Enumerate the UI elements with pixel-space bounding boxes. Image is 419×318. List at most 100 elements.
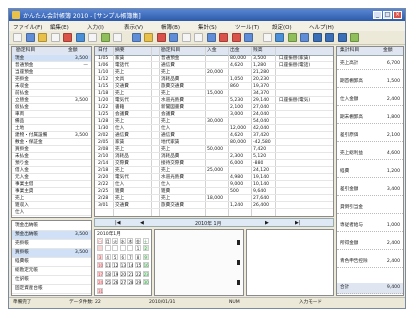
calendar-day[interactable]: 17: [97, 270, 103, 277]
column-header[interactable]: 勘定科目: [161, 47, 180, 55]
account-row[interactable]: 仕入: [12, 209, 91, 216]
next-icon[interactable]: ▶: [265, 220, 269, 226]
calendar-day[interactable]: 6: [119, 253, 126, 260]
calendar-day[interactable]: [112, 245, 119, 251]
summary-row[interactable]: 期末棚卸高 1,800: [337, 113, 403, 124]
account-row[interactable]: 土地: [12, 125, 91, 132]
close-icon[interactable]: ×: [393, 11, 402, 19]
menu-item[interactable]: 帳簿(B): [161, 23, 180, 31]
journal-row[interactable]: 2/22 仕入 仕入 9,000 10,140: [95, 181, 333, 188]
journal-row[interactable]: 2/14 交際費 接待交際費 6,000 -880: [95, 160, 333, 167]
journal-row[interactable]: 2/20 電気代 水道光熱費 4,980 19,140: [95, 174, 333, 181]
calendar-day[interactable]: 31: [97, 287, 103, 294]
calendar-day[interactable]: 20: [119, 270, 126, 277]
account-row[interactable]: 雑収入: [12, 202, 91, 209]
calendar-day[interactable]: 3: [97, 253, 103, 260]
summary-row[interactable]: 差引原価 2,100: [337, 131, 403, 142]
summary-row[interactable]: 仕入金額 2,400: [337, 95, 403, 106]
menu-item[interactable]: 集計(S): [198, 23, 217, 31]
calendar-day[interactable]: 12: [112, 262, 118, 268]
calendar-day[interactable]: 18: [104, 270, 111, 277]
summary-row[interactable]: 売上高計 6,700: [337, 59, 403, 70]
summary-row[interactable]: 貸倒引当金: [337, 203, 403, 214]
summary-row[interactable]: 経費 1,200: [337, 167, 403, 178]
chart-icon[interactable]: [156, 33, 166, 42]
calendar-day[interactable]: 29: [135, 279, 141, 285]
summary-row[interactable]: 青色申告控除 2,400: [337, 257, 403, 268]
calendar-day[interactable]: 22: [135, 270, 141, 277]
calendar-day[interactable]: 26: [112, 279, 118, 285]
column-header[interactable]: 入金: [207, 47, 217, 55]
menu-item[interactable]: 表示(V): [124, 23, 143, 31]
column-header[interactable]: 日付: [98, 47, 108, 55]
filter-icon[interactable]: [287, 33, 297, 42]
account-row[interactable]: 仮払金: [12, 104, 91, 111]
calendar-day[interactable]: 1: [135, 245, 141, 251]
book-row[interactable]: 総勘定元帳: [12, 267, 91, 276]
copy-icon[interactable]: [100, 33, 110, 42]
calendar-day[interactable]: 21: [127, 270, 133, 277]
calendar-day[interactable]: 15: [135, 262, 141, 268]
prev-icon[interactable]: ◀: [140, 220, 144, 226]
menu-item[interactable]: ファイル(F): [13, 23, 42, 31]
account-row[interactable]: 当座預金: [12, 69, 91, 76]
grid-icon[interactable]: [194, 33, 203, 42]
journal-row[interactable]: 2/08 売上 売上 50,000 7,420: [95, 146, 333, 153]
calendar-day[interactable]: 25: [104, 279, 111, 285]
account-row[interactable]: 現金 3,500: [12, 55, 91, 62]
book-row[interactable]: 現金出納帳: [12, 222, 91, 231]
new-icon[interactable]: [13, 33, 22, 42]
save-icon[interactable]: [50, 33, 60, 42]
calendar-day[interactable]: 24: [97, 279, 103, 285]
account-row[interactable]: 元入金: [12, 174, 91, 181]
delete-icon[interactable]: [63, 33, 72, 42]
menu-item[interactable]: 編集(E): [50, 23, 69, 31]
account-row[interactable]: 未収金: [12, 83, 91, 90]
calendar-day[interactable]: 28: [127, 279, 133, 285]
calendar-day[interactable]: [127, 245, 134, 251]
account-row[interactable]: 前払金: [12, 90, 91, 97]
menu-item[interactable]: ヘルプ(H): [309, 23, 334, 31]
print-icon[interactable]: [75, 33, 85, 42]
calendar-day[interactable]: 2: [142, 245, 149, 251]
journal-row[interactable]: 2/02 通信費 通信費 4,620 37,420: [95, 132, 333, 139]
account-row[interactable]: 備品: [12, 118, 91, 125]
journal-row[interactable]: 1/28 売上 売上 30,000 54,040: [95, 118, 333, 125]
journal-row[interactable]: 1/06 電話代 通信費 4,620 1,280 口座振替(電話): [95, 62, 333, 69]
book-row[interactable]: 預金出納帳 3,500: [12, 231, 91, 240]
calendar-day[interactable]: [104, 245, 111, 251]
book-row[interactable]: 買掛帳 3,500: [12, 249, 91, 258]
calendar-day[interactable]: [119, 245, 126, 251]
book-row[interactable]: 売掛帳: [12, 240, 91, 249]
menu-item[interactable]: 設定(O): [272, 23, 292, 31]
journal-row[interactable]: 1/22 書籍 新聞図書費 2,100 27,040: [95, 104, 333, 111]
calendar-day[interactable]: 19: [112, 270, 118, 277]
menu-item[interactable]: 入力(I): [87, 23, 104, 31]
last-record-icon[interactable]: [337, 33, 347, 42]
minimize-icon[interactable]: _: [373, 11, 382, 19]
prev-record-icon[interactable]: [312, 33, 322, 42]
book-row[interactable]: 固定資産台帳: [12, 285, 91, 294]
journal-row[interactable]: 1/30 仕入 仕入 12,000 42,040: [95, 125, 333, 132]
account-row[interactable]: 事業主貸: [12, 188, 91, 195]
calendar-day[interactable]: 5: [112, 253, 119, 260]
account-row[interactable]: 未払金: [12, 153, 91, 160]
account-row[interactable]: 売掛金: [12, 76, 91, 83]
refresh-icon[interactable]: [275, 33, 284, 42]
account-row[interactable]: 建物・付属設備 3,500: [12, 132, 91, 139]
journal-row[interactable]: 3/01 交通費 旅費交通費 1,240 26,400: [95, 202, 333, 209]
book-row[interactable]: 経費帳: [12, 258, 91, 267]
journal-row[interactable]: 1/10 売上 売上 20,000 21,280: [95, 69, 333, 76]
list-icon[interactable]: [181, 33, 191, 42]
summary-row[interactable]: 売上総利益 4,600: [337, 149, 403, 160]
calendar-day[interactable]: 14: [127, 262, 133, 268]
column-header[interactable]: 残高: [253, 47, 263, 55]
journal-row[interactable]: 2/18 売上 売上 25,000 24,120: [95, 167, 333, 174]
calendar-day[interactable]: 8: [135, 253, 141, 260]
calendar-day[interactable]: 9: [142, 253, 149, 260]
journal-row[interactable]: 1/18 売上 売上 15,000 34,370: [95, 90, 333, 97]
find-icon[interactable]: [131, 33, 141, 42]
account-row[interactable]: 車両: [12, 111, 91, 118]
journal-row[interactable]: 1/15 交通費 旅費交通費 860 19,370: [95, 83, 333, 90]
calendar-day[interactable]: 23: [142, 270, 149, 277]
